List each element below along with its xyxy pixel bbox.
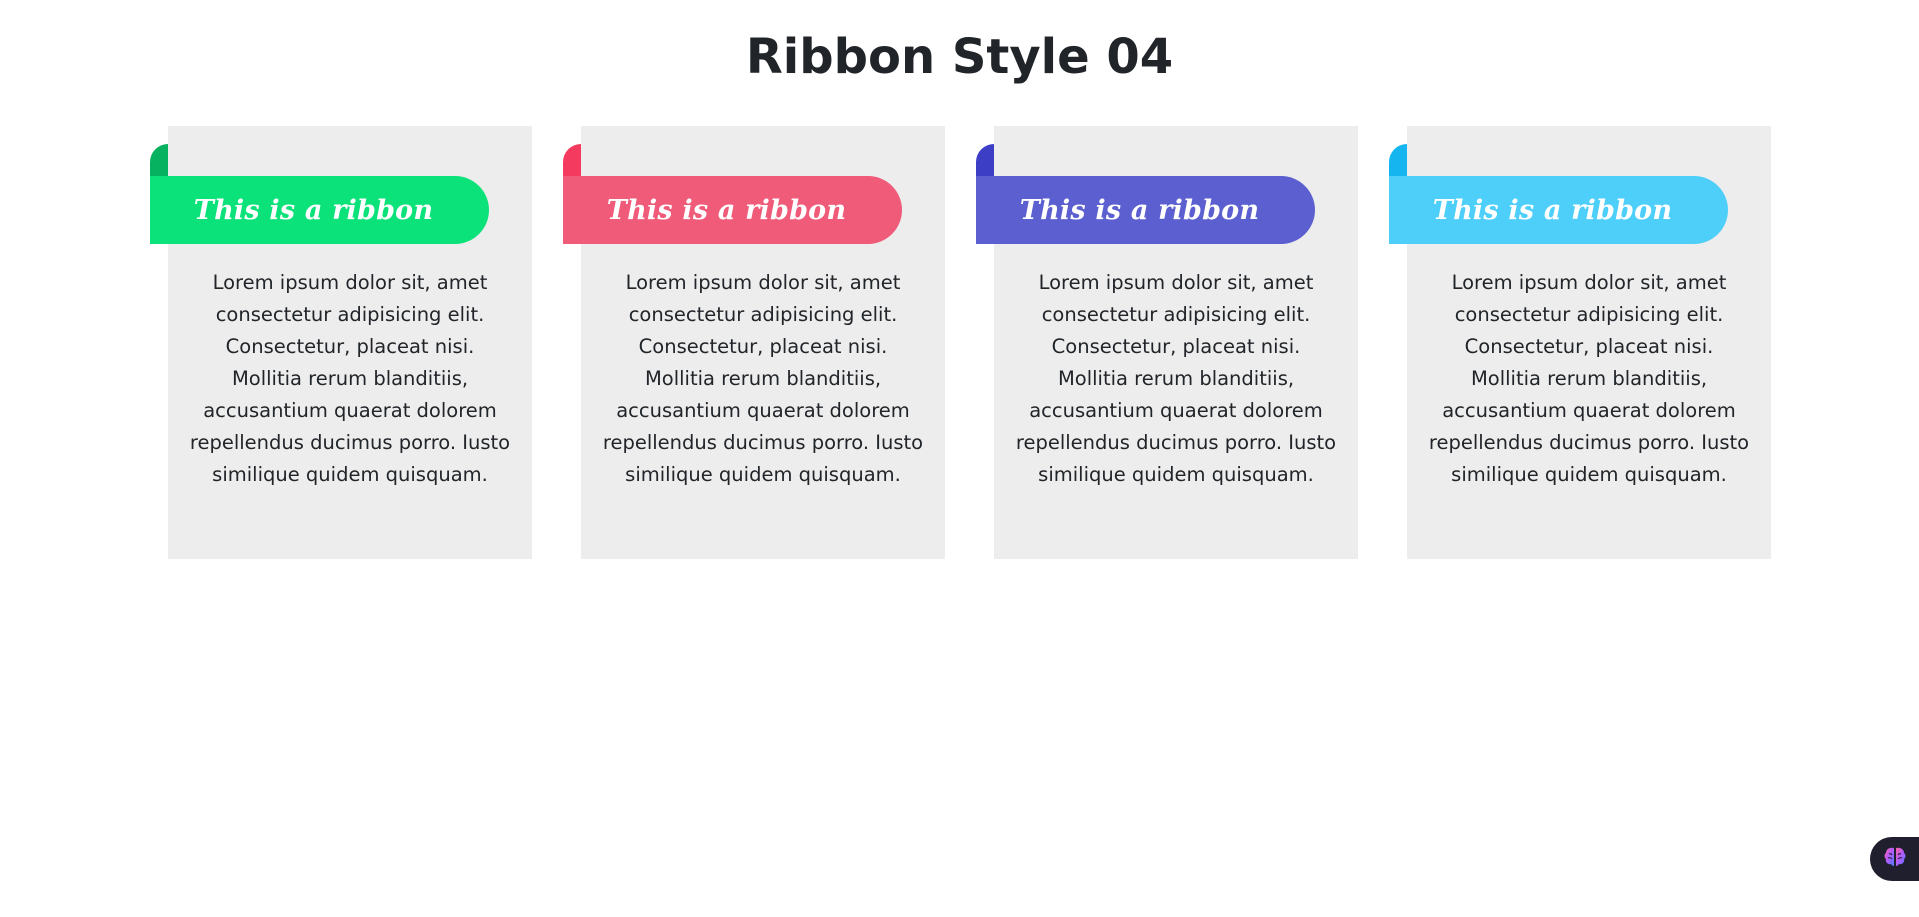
ribbon-card: This is a ribbon Lorem ipsum dolor sit, …: [1389, 126, 1771, 559]
page: Ribbon Style 04 This is a ribbon Lorem i…: [0, 0, 1919, 917]
ribbon-fold: [1389, 144, 1407, 176]
card-text: Lorem ipsum dolor sit, amet consectetur …: [1015, 271, 1337, 486]
ribbon-label: This is a ribbon: [606, 194, 847, 226]
brain-icon: [1882, 845, 1908, 873]
ribbon-label: This is a ribbon: [1019, 194, 1260, 226]
ribbon-fold: [976, 144, 994, 176]
ribbon-fold: [150, 144, 168, 176]
ribbon: This is a ribbon: [1389, 144, 1728, 244]
card-text: Lorem ipsum dolor sit, amet consectetur …: [602, 271, 924, 486]
ribbon: This is a ribbon: [150, 144, 489, 244]
ribbon-label: This is a ribbon: [193, 194, 434, 226]
ribbon-cards: This is a ribbon Lorem ipsum dolor sit, …: [150, 126, 1771, 559]
ribbon: This is a ribbon: [563, 144, 902, 244]
ribbon-card: This is a ribbon Lorem ipsum dolor sit, …: [563, 126, 945, 559]
page-title: Ribbon Style 04: [745, 29, 1174, 85]
ribbon-card: This is a ribbon Lorem ipsum dolor sit, …: [976, 126, 1358, 559]
card-text: Lorem ipsum dolor sit, amet consectetur …: [1428, 271, 1750, 486]
ribbon-fold: [563, 144, 581, 176]
ribbon-card: This is a ribbon Lorem ipsum dolor sit, …: [150, 126, 532, 559]
assistant-button[interactable]: [1870, 837, 1919, 881]
ribbon: This is a ribbon: [976, 144, 1315, 244]
card-text: Lorem ipsum dolor sit, amet consectetur …: [189, 271, 511, 486]
ribbon-label: This is a ribbon: [1432, 194, 1673, 226]
